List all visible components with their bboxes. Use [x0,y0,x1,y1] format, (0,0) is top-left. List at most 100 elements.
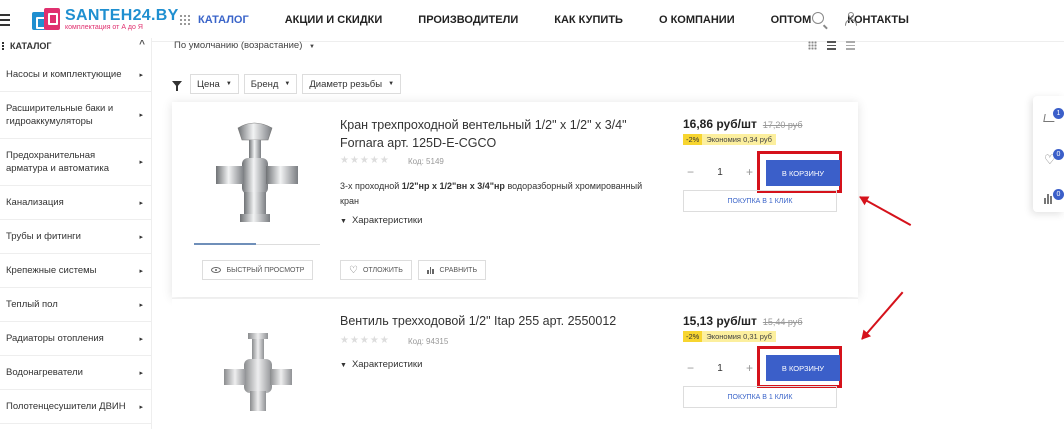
chevron-right-icon: ▸ [139,403,143,411]
nav-manufacturers[interactable]: ПРОИЗВОДИТЕЛИ [418,14,518,26]
highlight-frame: В корзину [757,346,842,388]
characteristics-toggle[interactable]: ▼ Характеристики [340,359,422,370]
product-code: Код: 94315 [408,337,449,346]
sidebar-item-tanks[interactable]: Расширительные баки и гидроаккумуляторы ▸ [0,92,151,139]
plus-button[interactable]: + [746,165,753,179]
logo[interactable]: SANTEH24.BY комплектация от А до Я [32,8,179,32]
chevron-right-icon: ▸ [139,335,143,343]
nav-catalog[interactable]: КАТАЛОГ [180,14,249,26]
logo-title: SANTEH24.BY [65,7,179,24]
grid-icon [180,15,190,25]
sidebar-item-label: Трубы и фитинги [6,231,81,242]
sidebar-item-pumps[interactable]: Насосы и комплектующие ▸ [0,58,151,92]
one-click-buy-button[interactable]: Покупка в 1 клик [683,386,837,408]
compare-label: сравнить [439,266,478,274]
quantity-stepper: − 1 + [683,161,757,183]
user-icon[interactable] [845,12,857,26]
quantity-value[interactable]: 1 [717,167,723,178]
chevron-right-icon: ▸ [139,112,143,119]
characteristics-label: Характеристики [351,359,423,370]
filter-brand[interactable]: Бренд ▼ [243,74,298,94]
quick-view-button[interactable]: быстрый просмотр [202,260,313,280]
sidebar-item-safety[interactable]: Предохранительная арматура и автоматика ▸ [0,139,151,186]
table-view-icon[interactable] [846,41,855,50]
filter-price[interactable]: Цена ▼ [190,74,239,94]
chevron-down-icon: ▼ [225,81,232,87]
sidebar-item-radiators[interactable]: Радиаторы отопления ▸ [0,322,151,356]
sidebar-item-floor-heating[interactable]: Теплый пол ▸ [0,288,151,322]
rating-stars: ★★★★★ [340,335,390,346]
sidebar-item-pipes[interactable]: Трубы и фитинги ▸ [0,220,151,254]
sidebar-header[interactable]: КАТАЛОГ ^ [0,38,151,58]
product-description: 3-х проходной 1/2"нр x 1/2"вн x 3/4"нр в… [340,181,643,206]
sidebar-item-label: Предохранительная арматура и автоматика [6,150,109,174]
sort-select[interactable]: По умолчанию (возрастание) ▼ [174,40,315,51]
top-header: SANTEH24.BY комплектация от А до Я КАТАЛ… [0,0,1064,42]
product-card: Вентиль трехходовой 1/2" Itap 255 арт. 2… [172,298,858,429]
filter-icon[interactable] [172,81,182,91]
sidebar-item-towel-dryers[interactable]: Полотенцесушители ДВИН ▸ [0,390,151,424]
filter-bar: Цена ▼ Бренд ▼ Диаметр резьбы ▼ [172,74,406,94]
sidebar-item-label: Канализация [6,197,64,208]
chevron-down-icon: ▼ [309,44,315,50]
chevron-right-icon: ▸ [139,71,143,79]
characteristics-toggle[interactable]: ▼ Характеристики [340,215,422,226]
nav-about[interactable]: О КОМПАНИИ [659,14,735,26]
product-image[interactable] [194,120,320,235]
chevron-right-icon: ▸ [139,159,143,166]
list-view-icon[interactable] [827,41,836,50]
cart-count-badge: 1 [1053,108,1064,119]
product-title[interactable]: Вентиль трехходовой 1/2" Itap 255 арт. 2… [340,312,660,330]
main-nav: КАТАЛОГ АКЦИИ И СКИДКИ ПРОИЗВОДИТЕЛИ КАК… [180,14,945,26]
sidebar-item-label: Крепежные системы [6,265,97,276]
compare-button[interactable]: сравнить [418,260,487,280]
minus-button[interactable]: − [687,165,694,179]
search-icon[interactable] [812,12,824,24]
nav-how-to-buy[interactable]: КАК КУПИТЬ [554,14,623,26]
heart-icon: ♡ [349,264,358,276]
sidebar-item-water-heaters[interactable]: Водонагреватели ▸ [0,356,151,390]
menu-dots-icon [2,42,5,50]
discount-badge: -2% Экономия 0,34 руб [683,134,776,145]
sidebar-item-sewage[interactable]: Канализация ▸ [0,186,151,220]
sidebar-item-fasteners[interactable]: Крепежные системы ▸ [0,254,151,288]
chevron-up-icon[interactable]: ^ [139,39,145,50]
product-image[interactable] [194,331,320,421]
compare-count-badge: 0 [1053,189,1064,200]
chevron-right-icon: ▸ [139,199,143,207]
compare-icon [427,266,434,274]
quantity-value[interactable]: 1 [717,363,723,374]
old-price: 15,44 руб [762,317,803,327]
defer-button[interactable]: ♡ отложить [340,260,412,280]
minus-button[interactable]: − [687,361,694,375]
discount-percent: -2% [683,331,703,342]
side-widget: 1 ♡ 0 0 [1033,96,1064,212]
quantity-stepper: − 1 + [683,357,757,379]
nav-wholesale[interactable]: ОПТОМ [771,14,812,26]
discount-badge: -2% Экономия 0,31 руб [683,331,776,342]
add-to-cart-button[interactable]: В корзину [766,355,840,381]
old-price: 17,20 руб [762,120,803,130]
image-slider[interactable] [194,243,320,245]
grid-view-icon[interactable] [808,41,817,50]
highlight-frame: В корзину [757,151,842,193]
logo-icon [32,8,62,32]
sidebar-item-label: Теплый пол [6,299,58,310]
characteristics-label: Характеристики [351,215,423,226]
chevron-down-icon: ▼ [340,362,347,369]
product-title[interactable]: Кран трехпроходной вентельный 1/2" х 1/2… [340,116,660,152]
menu-icon[interactable] [0,14,10,29]
sidebar-title: КАТАЛОГ [10,41,52,51]
rating-stars: ★★★★★ [340,155,390,166]
chevron-right-icon: ▸ [139,369,143,377]
economy-label: Экономия 0,31 руб [702,331,776,342]
add-to-cart-button[interactable]: В корзину [766,160,840,186]
nav-sales[interactable]: АКЦИИ И СКИДКИ [285,14,383,26]
one-click-buy-button[interactable]: Покупка в 1 клик [683,190,837,212]
chevron-down-icon: ▼ [284,81,291,87]
discount-percent: -2% [683,134,703,145]
sidebar-item-label: Полотенцесушители ДВИН [6,401,126,412]
plus-button[interactable]: + [746,361,753,375]
filter-thread-label: Диаметр резьбы [309,78,383,90]
filter-thread[interactable]: Диаметр резьбы ▼ [302,74,402,94]
